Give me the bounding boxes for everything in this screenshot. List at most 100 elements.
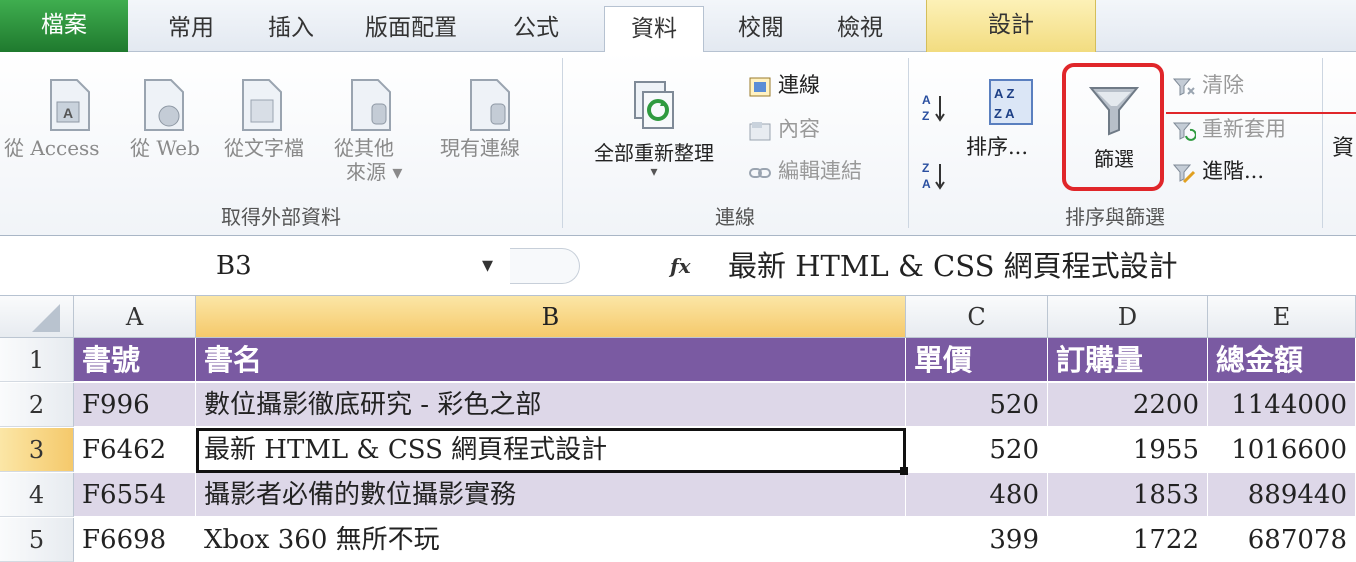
connections-icon xyxy=(749,77,771,96)
tab-insert[interactable]: 插入 xyxy=(246,6,336,52)
row-header[interactable]: 1 xyxy=(0,338,74,382)
from-text-button[interactable] xyxy=(214,78,310,132)
formula-bar-divider xyxy=(510,248,580,284)
table-cell[interactable]: 1853 xyxy=(1048,473,1208,517)
table-cell[interactable]: F6698 xyxy=(74,518,196,562)
existing-connections-button[interactable] xyxy=(434,78,546,132)
from-access-label: 從 Access xyxy=(4,136,100,160)
sort-dialog-icon: A Z Z A xyxy=(989,79,1033,125)
select-all-corner[interactable] xyxy=(0,296,74,338)
sort-descending-button[interactable]: ZA xyxy=(920,158,950,194)
callout-line xyxy=(1166,112,1356,114)
table-cell[interactable]: 520 xyxy=(906,383,1048,427)
tab-page-layout[interactable]: 版面配置 xyxy=(346,6,476,52)
table-cell[interactable]: 480 xyxy=(906,473,1048,517)
table-cell[interactable]: 1144000 xyxy=(1208,383,1356,427)
table-cell[interactable]: 1722 xyxy=(1048,518,1208,562)
edit-links-label: 編輯連結 xyxy=(778,159,862,183)
external-data-labels: 從 Access 從 Web 從文字檔 從其他 來源 ▾ 現有連線 xyxy=(0,136,560,184)
sort-a-to-z-icon: AZ xyxy=(922,93,945,123)
worksheet-grid: A B C D E 1 2 3 4 5 書號 書名 單價 訂購量 總金額 F99… xyxy=(0,296,1356,562)
sort-ascending-button[interactable]: AZ xyxy=(920,90,950,126)
svg-text:A: A xyxy=(63,105,73,121)
ribbon-tab-strip: 檔案 常用 插入 版面配置 公式 資料 校閱 檢視 設計 xyxy=(0,0,1356,53)
from-access-button[interactable]: A xyxy=(20,78,120,132)
group-label-sort-filter: 排序與篩選 xyxy=(1065,205,1165,229)
table-header-cell[interactable]: 書名 xyxy=(196,338,906,382)
formula-input[interactable]: 最新 HTML & CSS 網頁程式設計 xyxy=(728,244,1178,288)
connections-button[interactable]: 連線 xyxy=(748,70,820,100)
column-header-b[interactable]: B xyxy=(196,296,906,338)
group-separator xyxy=(1322,58,1323,228)
from-web-label: 從 Web xyxy=(130,136,200,160)
tab-file[interactable]: 檔案 xyxy=(0,0,128,52)
sort-button[interactable]: A Z Z A 排序... xyxy=(966,78,1056,198)
edit-links-button[interactable]: 編輯連結 xyxy=(748,156,862,186)
row-header[interactable]: 3 xyxy=(0,428,74,472)
other-sources-icon xyxy=(351,79,391,131)
web-globe-icon xyxy=(144,79,184,131)
sort-label: 排序... xyxy=(966,135,1029,159)
filter-highlight-box xyxy=(1062,63,1164,191)
svg-text:Z A: Z A xyxy=(994,106,1015,121)
table-cell[interactable]: 520 xyxy=(906,428,1048,472)
tab-home[interactable]: 常用 xyxy=(146,6,236,52)
column-header-c[interactable]: C xyxy=(906,296,1048,338)
table-cell[interactable]: 攝影者必備的數位攝影實務 xyxy=(196,473,906,517)
column-header-e[interactable]: E xyxy=(1208,296,1356,338)
row-header[interactable]: 5 xyxy=(0,518,74,562)
svg-text:Z: Z xyxy=(922,161,929,175)
advanced-filter-icon xyxy=(1172,164,1196,183)
name-box[interactable]: B3 xyxy=(0,244,540,288)
table-header-cell[interactable]: 訂購量 xyxy=(1048,338,1208,382)
table-header-cell[interactable]: 單價 xyxy=(906,338,1048,382)
insert-function-icon[interactable]: fx xyxy=(670,244,691,288)
tab-data[interactable]: 資料 xyxy=(604,6,704,53)
table-cell-active[interactable]: 最新 HTML & CSS 網頁程式設計 xyxy=(196,428,906,472)
table-cell[interactable]: 889440 xyxy=(1208,473,1356,517)
table-header-cell[interactable]: 總金額 xyxy=(1208,338,1356,382)
existing-connections-icon xyxy=(470,79,510,131)
table-cell[interactable]: 687078 xyxy=(1208,518,1356,562)
table-cell[interactable]: 1955 xyxy=(1048,428,1208,472)
access-db-icon: A xyxy=(50,79,90,131)
row-header[interactable]: 4 xyxy=(0,473,74,517)
table-cell[interactable]: F996 xyxy=(74,383,196,427)
column-header-d[interactable]: D xyxy=(1048,296,1208,338)
svg-text:A: A xyxy=(922,177,931,191)
from-other-sources-button[interactable] xyxy=(326,78,416,132)
table-cell[interactable]: F6554 xyxy=(74,473,196,517)
table-header-cell[interactable]: 書號 xyxy=(74,338,196,382)
data-tools-label-partial: 資 xyxy=(1332,136,1355,161)
table-cell[interactable]: 399 xyxy=(906,518,1048,562)
tab-view[interactable]: 檢視 xyxy=(810,6,910,52)
from-other-label-2: 來源 ▾ xyxy=(346,160,403,184)
tab-review[interactable]: 校閱 xyxy=(716,6,806,52)
table-cell[interactable]: Xbox 360 無所不玩 xyxy=(196,518,906,562)
text-file-icon xyxy=(242,79,282,131)
svg-text:A Z: A Z xyxy=(994,86,1015,101)
name-box-dropdown-icon[interactable]: ▾ xyxy=(482,244,493,288)
table-cell[interactable]: 數位攝影徹底研究 - 彩色之部 xyxy=(196,383,906,427)
properties-icon xyxy=(749,121,771,140)
table-cell[interactable]: 1016600 xyxy=(1208,428,1356,472)
refresh-all-button[interactable]: 全部重新整理 ▾ xyxy=(574,78,734,180)
clear-filter-button[interactable]: 清除 xyxy=(1172,70,1244,100)
chain-link-icon xyxy=(749,167,771,178)
column-header-a[interactable]: A xyxy=(74,296,196,338)
properties-button[interactable]: 內容 xyxy=(748,114,820,144)
tab-design[interactable]: 設計 xyxy=(926,0,1096,52)
tab-formulas[interactable]: 公式 xyxy=(486,6,586,52)
table-cell[interactable]: F6462 xyxy=(74,428,196,472)
sort-z-to-a-icon: ZA xyxy=(922,161,945,191)
from-text-label: 從文字檔 xyxy=(224,136,304,160)
refresh-icon xyxy=(634,81,674,129)
row-header[interactable]: 2 xyxy=(0,383,74,427)
table-cell[interactable]: 2200 xyxy=(1048,383,1208,427)
connections-label: 連線 xyxy=(778,73,820,97)
from-web-button[interactable] xyxy=(124,78,204,132)
reapply-button[interactable]: 重新套用 xyxy=(1172,114,1286,144)
advanced-filter-button[interactable]: 進階... xyxy=(1172,156,1264,186)
fill-handle[interactable] xyxy=(900,467,908,475)
existing-connections-label: 現有連線 xyxy=(440,136,520,160)
